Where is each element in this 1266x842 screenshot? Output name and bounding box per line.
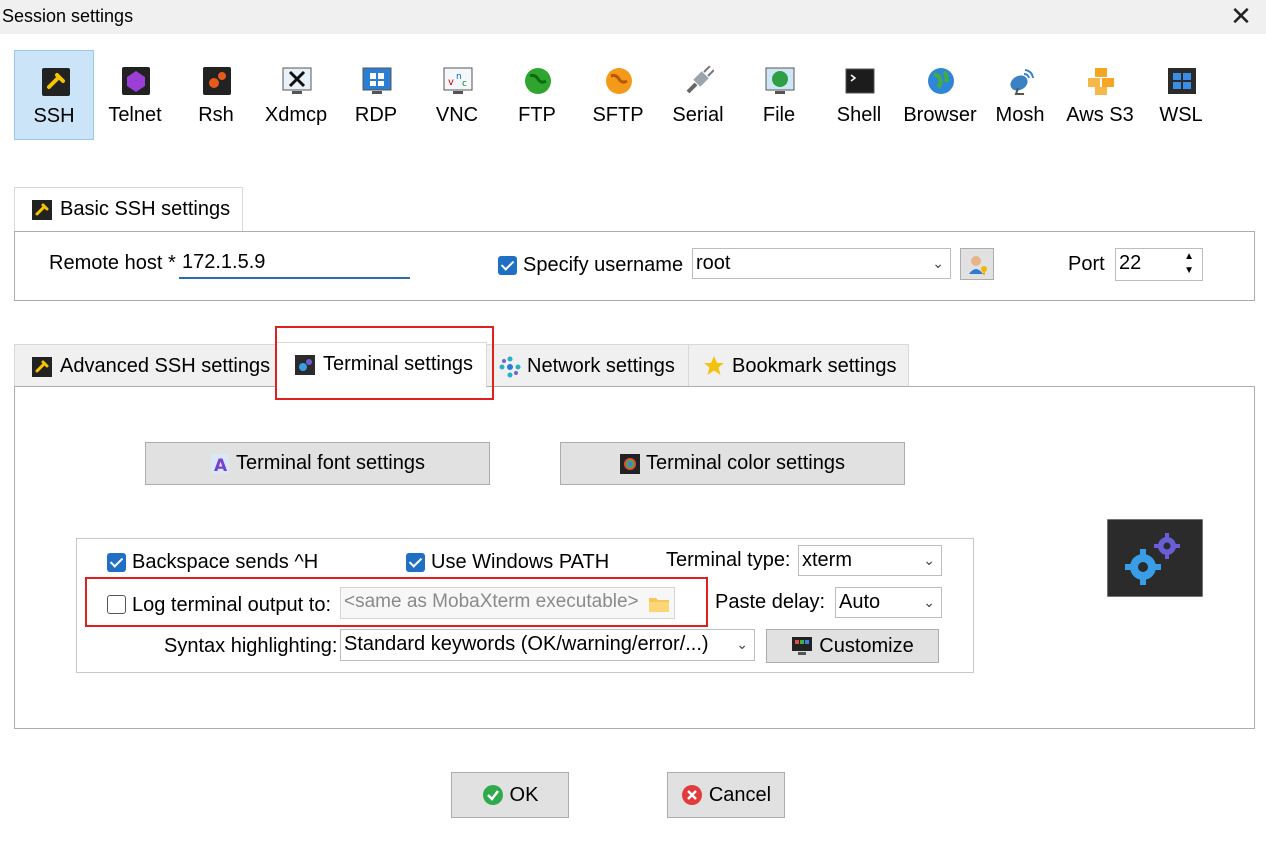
terminal-font-settings-button[interactable]: A Terminal font settings — [145, 442, 490, 485]
backspace-checkbox[interactable] — [107, 553, 126, 572]
svg-text:c: c — [462, 79, 467, 89]
svg-text:n: n — [456, 72, 462, 82]
button-label: Cancel — [708, 783, 772, 806]
rdp-icon — [362, 67, 392, 94]
cancel-circle-icon — [681, 785, 702, 805]
font-icon: A — [211, 453, 229, 475]
protocol-label: WSL — [1159, 104, 1203, 126]
syntax-highlighting-label: Syntax highlighting: — [164, 635, 338, 657]
wsl-icon — [1168, 68, 1196, 94]
rsh-icon — [203, 67, 231, 95]
spin-down-icon[interactable]: ▼ — [1184, 265, 1194, 277]
vnc-icon: v nc — [443, 67, 473, 94]
windows-path-label: Use Windows PATH — [431, 551, 610, 573]
terminal-type-select[interactable]: xterm ⌄ — [798, 545, 942, 576]
remote-host-label: Remote host * — [49, 252, 176, 274]
paste-delay-label: Paste delay: — [715, 591, 826, 613]
tab-basic-ssh-settings[interactable]: Basic SSH settings — [14, 187, 243, 233]
customize-button[interactable]: Customize — [766, 629, 939, 663]
check-circle-icon — [482, 785, 503, 805]
specify-username-label: Specify username — [523, 254, 684, 276]
syntax-highlighting-value: Standard keywords (OK/warning/error/...) — [344, 633, 709, 655]
ftp-icon — [525, 68, 551, 94]
terminal-gears-icon — [1107, 519, 1203, 597]
spin-up-icon[interactable]: ▲ — [1184, 251, 1194, 263]
tab-bookmark-settings[interactable]: Bookmark settings — [688, 344, 909, 387]
ok-button[interactable]: OK — [451, 772, 569, 818]
protocol-browser[interactable]: Browser — [900, 50, 980, 140]
user-key-icon — [969, 256, 987, 275]
username-select[interactable]: root ⌄ — [692, 248, 951, 279]
chevron-down-icon: ⌄ — [932, 255, 944, 271]
terminal-type-label: Terminal type: — [666, 549, 791, 571]
telnet-icon — [122, 67, 150, 95]
protocol-shell[interactable]: Shell — [819, 50, 899, 140]
star-icon — [704, 356, 724, 375]
backspace-label: Backspace sends ^H — [132, 551, 319, 573]
window-title: Session settings — [2, 6, 134, 26]
protocol-serial[interactable]: Serial — [658, 50, 738, 140]
port-spinner[interactable]: 22 ▲ ▼ — [1115, 248, 1203, 281]
file-icon — [765, 67, 795, 94]
protocol-rdp[interactable]: RDP — [336, 50, 416, 140]
browser-icon — [928, 68, 954, 94]
title-bar: Session settings ✕ — [0, 0, 1266, 34]
wrench-icon — [32, 200, 52, 220]
highlight-terminal-tab — [275, 326, 494, 400]
color-palette-icon — [620, 453, 641, 474]
terminal-type-value: xterm — [802, 549, 852, 571]
xdmcp-icon — [282, 67, 312, 94]
shell-icon — [845, 68, 875, 94]
tab-label: Network settings — [527, 355, 675, 377]
port-label: Port — [1068, 253, 1105, 275]
windows-path-checkbox[interactable] — [406, 553, 425, 572]
paste-delay-select[interactable]: Auto ⌄ — [835, 587, 942, 618]
protocol-aws-s3[interactable]: Aws S3 — [1060, 50, 1140, 140]
port-value: 22 — [1119, 252, 1142, 274]
protocol-file[interactable]: File — [739, 50, 819, 140]
tab-advanced-ssh-settings[interactable]: Advanced SSH settings — [14, 344, 277, 387]
aws-s3-icon — [1088, 68, 1114, 95]
protocol-mosh[interactable]: Mosh — [980, 50, 1060, 140]
user-manager-button[interactable] — [960, 248, 994, 280]
cancel-button[interactable]: Cancel — [667, 772, 785, 818]
chevron-down-icon: ⌄ — [923, 594, 935, 610]
tab-label: Bookmark settings — [732, 355, 897, 377]
mosh-icon — [1010, 69, 1034, 95]
remote-host-value: 172.1.5.9 — [182, 251, 266, 273]
protocol-xdmcp[interactable]: Xdmcp — [256, 50, 336, 140]
wrench-icon — [32, 357, 52, 377]
protocol-rsh[interactable]: Rsh — [176, 50, 256, 140]
terminal-color-settings-button[interactable]: Terminal color settings — [560, 442, 905, 485]
protocol-wsl[interactable]: WSL — [1141, 50, 1221, 140]
protocol-ftp[interactable]: FTP — [497, 50, 577, 140]
button-label: OK — [509, 783, 539, 806]
protocol-ssh[interactable]: SSH — [14, 50, 94, 140]
highlight-log-output — [85, 577, 708, 627]
tab-label: Basic SSH settings — [60, 198, 231, 220]
paste-delay-value: Auto — [839, 591, 881, 613]
sftp-icon — [606, 68, 632, 94]
username-value: root — [696, 252, 731, 274]
chevron-down-icon: ⌄ — [736, 636, 748, 652]
svg-text:A: A — [214, 456, 228, 475]
specify-username-checkbox[interactable] — [498, 256, 517, 275]
chevron-down-icon: ⌄ — [923, 552, 935, 568]
protocol-telnet[interactable]: Telnet — [95, 50, 175, 140]
protocol-vnc[interactable]: vnc VNC — [417, 50, 497, 140]
network-icon — [499, 356, 521, 378]
close-icon[interactable]: ✕ — [1224, 2, 1258, 32]
protocol-sftp[interactable]: SFTP — [578, 50, 658, 140]
tab-network-settings[interactable]: Network settings — [486, 344, 689, 387]
ssh-icon — [42, 68, 70, 96]
button-label: Terminal color settings — [646, 452, 845, 474]
remote-host-input[interactable]: 172.1.5.9 — [179, 248, 410, 279]
button-label: Customize — [819, 634, 914, 657]
svg-text:v: v — [448, 77, 454, 88]
tab-label: Advanced SSH settings — [60, 355, 271, 377]
serial-icon — [686, 66, 714, 94]
syntax-highlighting-select[interactable]: Standard keywords (OK/warning/error/...)… — [340, 629, 755, 661]
button-label: Terminal font settings — [236, 452, 425, 474]
monitor-palette-icon — [792, 637, 813, 655]
